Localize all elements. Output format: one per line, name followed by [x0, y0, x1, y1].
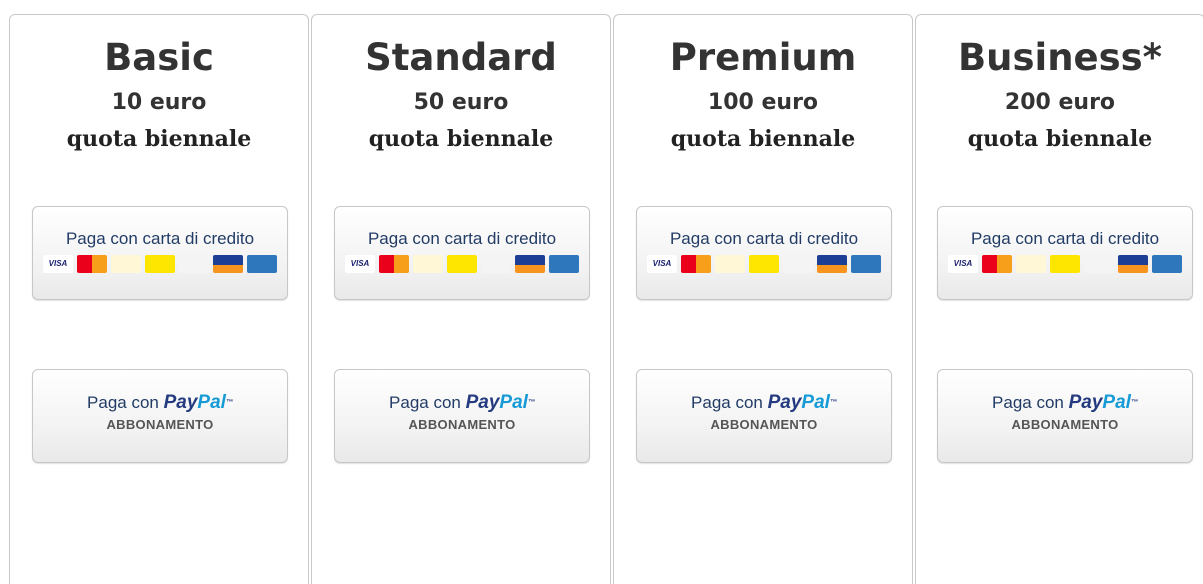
- paypal-card-icon: [715, 255, 745, 273]
- plan-price: 100 euro: [707, 90, 819, 115]
- visa-icon: VISA: [43, 255, 73, 273]
- discover-icon: [1084, 255, 1114, 273]
- paypal-line: Paga con PayPal™: [938, 393, 1192, 413]
- postepay-icon: [749, 255, 779, 273]
- postepay-icon: [447, 255, 477, 273]
- discover-icon: [179, 255, 209, 273]
- discover-icon: [481, 255, 511, 273]
- pay-credit-card-button[interactable]: Paga con carta di credito VISA: [32, 206, 288, 300]
- plan-period: quota biennale: [368, 126, 554, 152]
- pay-paypal-button[interactable]: Paga con PayPal™ ABBONAMENTO: [32, 369, 288, 463]
- visa-icon: VISA: [647, 255, 677, 273]
- paypal-line: Paga con PayPal™: [637, 393, 891, 413]
- postepay-icon: [1050, 255, 1080, 273]
- plan-period: quota biennale: [967, 126, 1153, 152]
- plan-business: Business* 200 euro quota biennale Paga c…: [915, 14, 1203, 584]
- pay-paypal-button[interactable]: Paga con PayPal™ ABBONAMENTO: [937, 369, 1193, 463]
- plan-name: Basic: [104, 36, 214, 79]
- paypal-subtitle: ABBONAMENTO: [408, 417, 516, 432]
- pay-credit-card-button[interactable]: Paga con carta di credito VISA: [937, 206, 1193, 300]
- pay-credit-card-label: Paga con carta di credito: [970, 229, 1160, 248]
- aurora-icon: [1118, 255, 1148, 273]
- card-logos: VISA: [33, 255, 287, 273]
- plan-price: 10 euro: [111, 90, 207, 115]
- amex-icon: [851, 255, 881, 273]
- pay-credit-card-label: Paga con carta di credito: [367, 229, 557, 248]
- plan-name: Business*: [957, 36, 1163, 79]
- paypal-logo-icon: PayPal™: [163, 392, 233, 413]
- plan-period: quota biennale: [670, 126, 856, 152]
- plan-name: Premium: [669, 36, 857, 79]
- plan-standard: Standard 50 euro quota biennale Paga con…: [311, 14, 611, 584]
- paypal-subtitle: ABBONAMENTO: [710, 417, 818, 432]
- paypal-card-icon: [111, 255, 141, 273]
- amex-icon: [247, 255, 277, 273]
- paypal-prefix: Paga con: [87, 393, 159, 412]
- pay-paypal-button[interactable]: Paga con PayPal™ ABBONAMENTO: [334, 369, 590, 463]
- plan-period: quota biennale: [66, 126, 252, 152]
- paypal-logo-icon: PayPal™: [465, 392, 535, 413]
- pay-credit-card-label: Paga con carta di credito: [669, 229, 859, 248]
- paypal-card-icon: [1016, 255, 1046, 273]
- amex-icon: [549, 255, 579, 273]
- paypal-prefix: Paga con: [992, 393, 1064, 412]
- paypal-card-icon: [413, 255, 443, 273]
- aurora-icon: [817, 255, 847, 273]
- paypal-line: Paga con PayPal™: [33, 393, 287, 413]
- card-logos: VISA: [637, 255, 891, 273]
- aurora-icon: [213, 255, 243, 273]
- plan-name: Standard: [365, 36, 557, 79]
- visa-icon: VISA: [948, 255, 978, 273]
- card-logos: VISA: [938, 255, 1192, 273]
- paypal-logo-icon: PayPal™: [1068, 392, 1138, 413]
- discover-icon: [783, 255, 813, 273]
- mastercard-icon: [77, 255, 107, 273]
- paypal-subtitle: ABBONAMENTO: [106, 417, 214, 432]
- aurora-icon: [515, 255, 545, 273]
- card-logos: VISA: [335, 255, 589, 273]
- plan-price: 200 euro: [1004, 90, 1116, 115]
- plan-premium: Premium 100 euro quota biennale Paga con…: [613, 14, 913, 584]
- pricing-plans: Basic 10 euro quota biennale Paga con ca…: [9, 14, 1203, 584]
- paypal-logo-icon: PayPal™: [767, 392, 837, 413]
- plan-price: 50 euro: [413, 90, 509, 115]
- paypal-prefix: Paga con: [691, 393, 763, 412]
- pay-credit-card-label: Paga con carta di credito: [65, 229, 255, 248]
- postepay-icon: [145, 255, 175, 273]
- pay-credit-card-button[interactable]: Paga con carta di credito VISA: [334, 206, 590, 300]
- plan-basic: Basic 10 euro quota biennale Paga con ca…: [9, 14, 309, 584]
- mastercard-icon: [379, 255, 409, 273]
- mastercard-icon: [982, 255, 1012, 273]
- amex-icon: [1152, 255, 1182, 273]
- pay-credit-card-button[interactable]: Paga con carta di credito VISA: [636, 206, 892, 300]
- paypal-prefix: Paga con: [389, 393, 461, 412]
- pay-paypal-button[interactable]: Paga con PayPal™ ABBONAMENTO: [636, 369, 892, 463]
- visa-icon: VISA: [345, 255, 375, 273]
- paypal-subtitle: ABBONAMENTO: [1011, 417, 1119, 432]
- paypal-line: Paga con PayPal™: [335, 393, 589, 413]
- mastercard-icon: [681, 255, 711, 273]
